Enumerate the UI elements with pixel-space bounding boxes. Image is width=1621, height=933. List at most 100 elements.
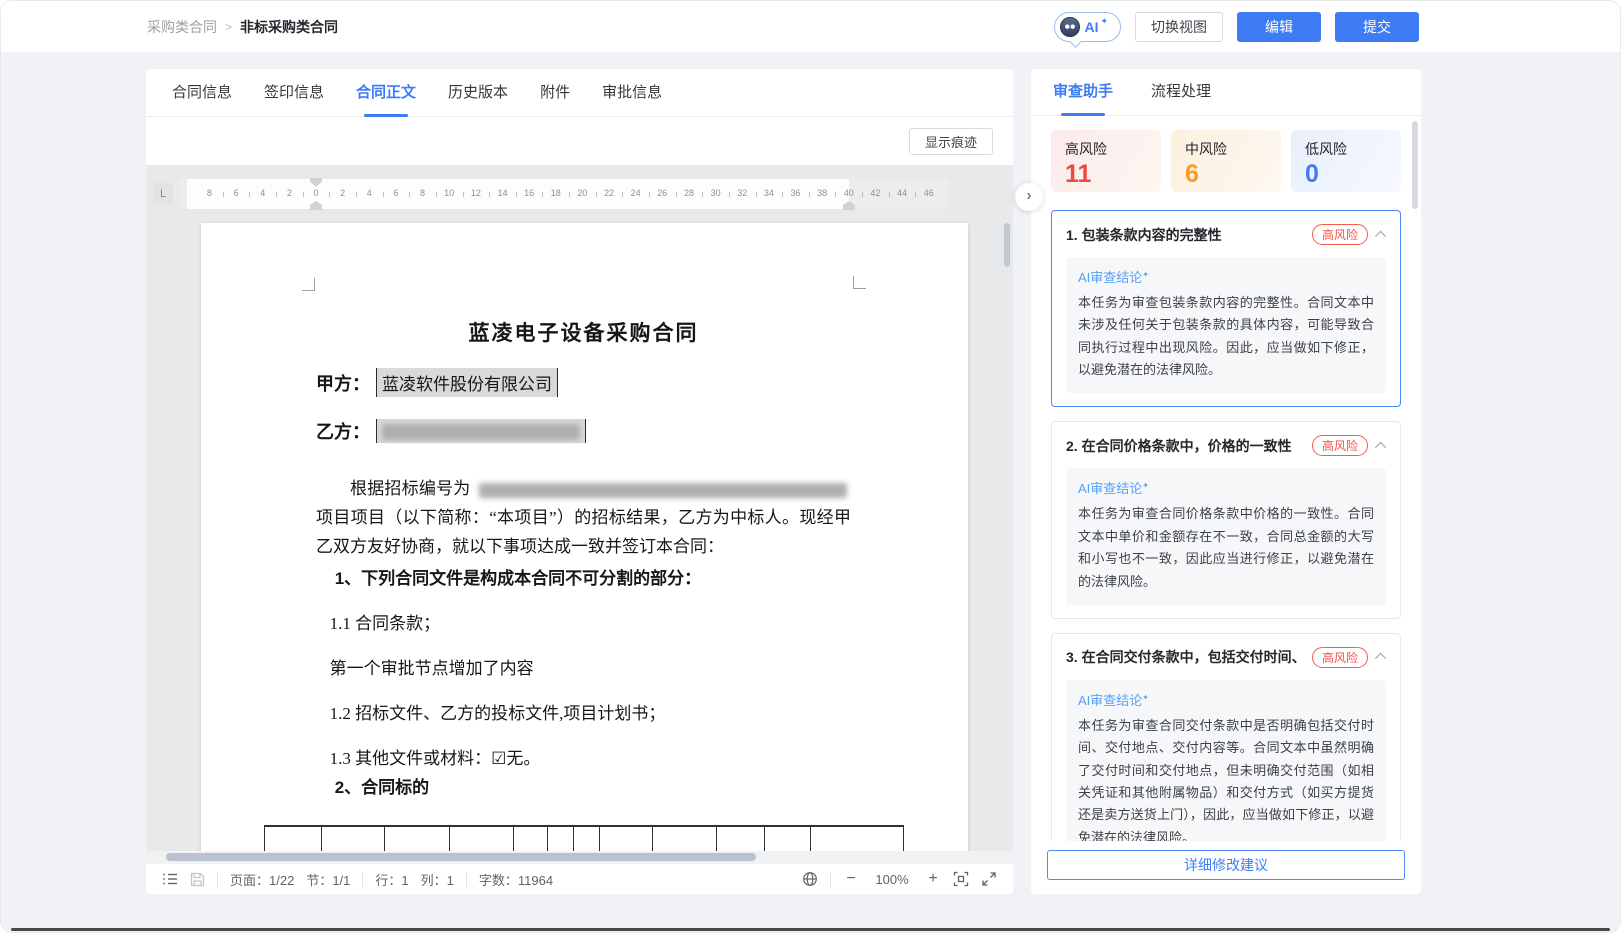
redacted-text [479, 483, 847, 498]
risk-label: 高风险 [1065, 139, 1161, 159]
edit-button[interactable]: 编辑 [1237, 12, 1321, 42]
breadcrumb: 采购类合同 > 非标采购类合同 [147, 1, 338, 53]
contract-intro-paragraph: 根据招标编号为 项目项目（以下简称：“本项目”）的招标结果，乙方为中标人。现经甲… [316, 474, 851, 561]
zoom-out-button[interactable]: − [843, 870, 859, 888]
text-boundary-corner-icon [302, 278, 315, 291]
intro-prefix: 根据招标编号为 [350, 479, 471, 498]
ai-conclusion-label: AI审查结论 [1078, 693, 1142, 708]
review-item-title: 3. 在合同交付条款中，包括交付时间、交... [1066, 647, 1304, 667]
outline-list-icon[interactable] [162, 872, 178, 886]
switch-view-button[interactable]: 切换视图 [1135, 12, 1223, 42]
ai-conclusion-text: 本任务为审查包装条款内容的完整性。合同文本中未涉及任何关于包装条款的具体内容，可… [1078, 292, 1374, 381]
save-icon[interactable] [190, 872, 205, 887]
ai-conclusion-box: AI审查结论✦ 本任务为审查合同交付条款中是否明确包括交付时间、交付地点、交付内… [1066, 680, 1386, 841]
editor-vertical-scrollbar[interactable] [1001, 165, 1013, 851]
clause-2-heading: 2、合同标的 [316, 773, 851, 802]
tab-contract-body-label: 合同正文 [356, 84, 416, 101]
review-item-header[interactable]: 3. 在合同交付条款中，包括交付时间、交... 高风险 [1066, 647, 1386, 668]
tab-history-versions[interactable]: 历史版本 [448, 69, 508, 117]
scrollbar-thumb[interactable] [1004, 223, 1010, 267]
fullscreen-icon[interactable] [981, 871, 997, 887]
ai-conclusion-label: AI审查结论 [1078, 270, 1142, 285]
ai-conclusion-label: AI审查结论 [1078, 481, 1142, 496]
sidebar-footer: 详细修改建议 [1031, 841, 1421, 894]
header-actions: AI ✦ 切换视图 编辑 提交 [1054, 12, 1419, 42]
show-traces-button[interactable]: 显示痕迹 [909, 128, 993, 155]
divider [217, 872, 218, 887]
sparkle-icon: ✦ [1142, 693, 1149, 702]
breadcrumb-current: 非标采购类合同 [240, 17, 338, 37]
line-indicator: 行：1 [375, 870, 408, 889]
fit-page-icon[interactable] [953, 871, 969, 887]
tab-seal-info[interactable]: 签印信息 [264, 69, 324, 117]
risk-summary: 高风险 11 中风险 6 低风险 0 [1031, 116, 1421, 202]
tab-attachments[interactable]: 附件 [540, 69, 570, 117]
document-panel: 合同信息 签印信息 合同正文 历史版本 附件 审批信息 显示痕迹 L 86420… [146, 69, 1013, 894]
sidebar-tabs: 审查助手 流程处理 [1031, 69, 1421, 116]
risk-count: 6 [1185, 160, 1281, 189]
breadcrumb-separator-icon: > [225, 20, 232, 34]
review-items-list: 1. 包装条款内容的完整性 高风险 AI审查结论✦ 本任务为审查包装条款内容的完… [1031, 202, 1421, 841]
top-header: 采购类合同 > 非标采购类合同 AI ✦ 切换视图 编辑 提交 [1, 1, 1620, 53]
tab-review-assistant[interactable]: 审查助手 [1053, 69, 1113, 116]
editor-horizontal-scrollbar[interactable] [146, 851, 1013, 863]
intro-body: 项目项目（以下简称：“本项目”）的招标结果，乙方为中标人。现经甲乙双方友好协商，… [316, 508, 851, 556]
page-indicator: 页面：1/22 [230, 870, 294, 889]
party-b-row: 乙方： [316, 418, 851, 444]
document-page: 蓝凌电子设备采购合同 甲方： 蓝凌软件股份有限公司 乙方： 根据招标编号为 [201, 223, 968, 863]
ai-assistant-button[interactable]: AI ✦ [1054, 12, 1121, 42]
zoom-in-button[interactable]: + [925, 870, 941, 888]
review-item-title: 2. 在合同价格条款中，价格的一致性 [1066, 436, 1304, 456]
party-a-value: 蓝凌软件股份有限公司 [376, 368, 558, 397]
tab-approval-info[interactable]: 审批信息 [602, 69, 662, 117]
clause-1-heading: 1、下列合同文件是构成本合同不可分割的部分： [316, 564, 851, 593]
document-tabs: 合同信息 签印信息 合同正文 历史版本 附件 审批信息 [146, 69, 1013, 117]
scrollbar-thumb[interactable] [166, 853, 756, 861]
chevron-up-icon[interactable] [1375, 230, 1386, 241]
clause-line: 1.1 合同条款； [316, 609, 851, 638]
review-item-header[interactable]: 2. 在合同价格条款中，价格的一致性 高风险 [1066, 435, 1386, 456]
detail-suggestions-button[interactable]: 详细修改建议 [1047, 850, 1405, 880]
chevron-up-icon[interactable] [1375, 442, 1386, 453]
review-item-3: 3. 在合同交付条款中，包括交付时间、交... 高风险 AI审查结论✦ 本任务为… [1051, 633, 1401, 841]
party-a-label: 甲方： [316, 370, 370, 396]
chevron-up-icon[interactable] [1375, 653, 1386, 664]
submit-button[interactable]: 提交 [1335, 12, 1419, 42]
risk-label: 中风险 [1185, 139, 1281, 159]
language-globe-icon[interactable] [802, 871, 818, 887]
breadcrumb-parent[interactable]: 采购类合同 [147, 17, 217, 37]
tab-review-assistant-label: 审查助手 [1053, 83, 1113, 100]
column-indicator: 列：1 [421, 870, 454, 889]
review-sidebar: 审查助手 流程处理 高风险 11 中风险 6 低风险 0 [1031, 69, 1421, 894]
medium-risk-card[interactable]: 中风险 6 [1171, 130, 1281, 192]
high-risk-card[interactable]: 高风险 11 [1051, 130, 1161, 192]
window-bottom-edge [11, 928, 1610, 931]
tab-contract-body[interactable]: 合同正文 [356, 69, 416, 117]
divider [830, 872, 831, 887]
party-b-value-redacted [376, 419, 586, 443]
low-risk-card[interactable]: 低风险 0 [1291, 130, 1401, 192]
ai-conclusion-box: AI审查结论✦ 本任务为审查合同价格条款中价格的一致性。合同文本中单价和金额存在… [1066, 468, 1386, 604]
ai-conclusion-text: 本任务为审查合同交付条款中是否明确包括交付时间、交付地点、交付内容等。合同文本中… [1078, 715, 1374, 841]
tab-contract-info[interactable]: 合同信息 [172, 69, 232, 117]
section-indicator: 节：1/1 [306, 870, 350, 889]
divider [466, 872, 467, 887]
sidebar-scrollbar-thumb[interactable] [1412, 121, 1418, 209]
document-status-bar: 页面：1/22 节：1/1 行：1 列：1 字数：11964 − 100% + [146, 863, 1013, 894]
review-item-header[interactable]: 1. 包装条款内容的完整性 高风险 [1066, 224, 1386, 245]
collapse-sidebar-button[interactable]: › [1015, 183, 1043, 211]
review-item-2: 2. 在合同价格条款中，价格的一致性 高风险 AI审查结论✦ 本任务为审查合同价… [1051, 421, 1401, 618]
tab-stop-selector[interactable]: L [153, 183, 173, 205]
risk-badge: 高风险 [1312, 224, 1368, 245]
sparkle-icon: ✦ [1142, 270, 1149, 279]
redacted-text [382, 424, 580, 440]
chevron-right-icon: › [1026, 187, 1031, 205]
app-window: 采购类合同 > 非标采购类合同 AI ✦ 切换视图 编辑 提交 合同信息 签印信… [0, 0, 1621, 933]
party-b-label: 乙方： [316, 418, 370, 444]
tab-process-handling[interactable]: 流程处理 [1151, 69, 1211, 116]
document-editor: L 86420246810121416182022242628303234363… [146, 165, 1013, 863]
risk-count: 11 [1065, 160, 1161, 189]
clause-line: 1.3 其他文件或材料：☑无。 [316, 744, 851, 773]
risk-label: 低风险 [1305, 139, 1401, 159]
risk-count: 0 [1305, 160, 1401, 189]
